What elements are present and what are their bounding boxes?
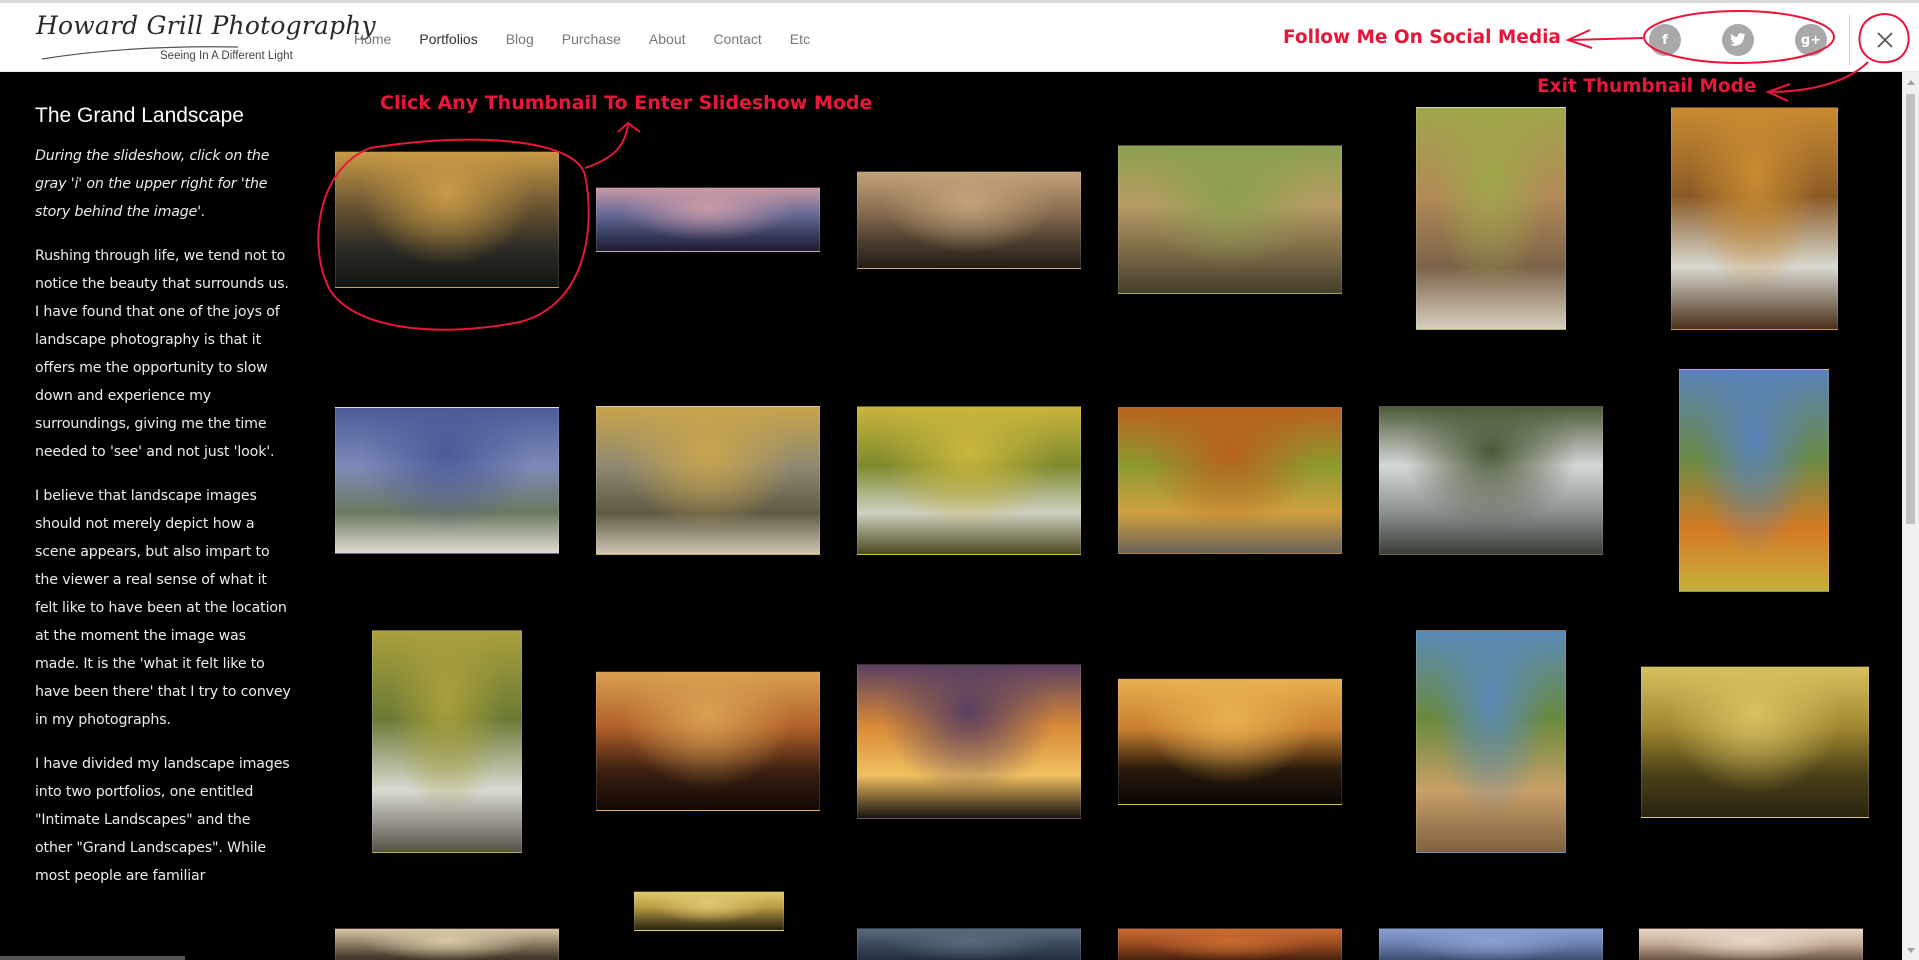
page-scrollbar[interactable] [1902,72,1919,960]
thumbnail-sea-stacks-sunset[interactable] [596,671,820,811]
thumbnail-purple-dusk-ridges[interactable] [596,187,820,252]
thumbnail-misty-pond-sun[interactable] [1641,666,1869,818]
scroll-up-icon[interactable] [1902,74,1919,90]
thumbnail-mountain-sunrays[interactable] [335,151,559,288]
twitter-bird-icon [1730,33,1746,46]
exit-hint-annotation: Exit Thumbnail Mode [1537,76,1757,97]
thumbnail-yellow-cascade[interactable] [857,406,1081,555]
social-hint-annotation: Follow Me On Social Media [1283,27,1561,48]
thumbnail-row4-a[interactable] [335,928,559,960]
nav-etc[interactable]: Etc [776,31,824,47]
thumbnail-golden-mist[interactable] [634,891,784,931]
thumbnail-row4-c[interactable] [857,928,1081,960]
thumbnail-row4-d[interactable] [1118,928,1342,960]
thumbnail-fall-forest-river[interactable] [1118,407,1342,554]
thumbnail-row4-e[interactable] [1379,928,1603,960]
thumbnail-valley-overlook[interactable] [1679,369,1829,592]
header-divider [1849,15,1850,65]
thumbnail-river-rocks[interactable] [1118,145,1342,294]
thumbnail-forest-stream[interactable] [372,630,522,853]
main-nav: Home Portfolios Blog Purchase About Cont… [340,3,824,75]
scroll-down-icon[interactable] [1902,942,1919,958]
thumbnail-cliff-silhouette[interactable] [1118,678,1342,805]
thumbnail-snowy-river[interactable] [1379,406,1603,555]
top-bar: Howard Grill Photography Seeing In A Dif… [0,0,1919,72]
nav-blog[interactable]: Blog [492,31,548,47]
nav-purchase[interactable]: Purchase [548,31,635,47]
social-links: f g+ [1646,17,1832,63]
close-x-icon [1877,32,1893,48]
close-icon[interactable] [1870,25,1900,55]
thumbnail-autumn-waterfall[interactable] [1671,107,1838,330]
thumbnail-grid [0,72,1919,960]
thumbnail-lighthouse[interactable] [335,407,559,554]
scrollbar-thumb[interactable] [1906,94,1915,524]
thumbnail-row4-f[interactable] [1639,928,1863,960]
thumbnail-gorge-stream[interactable] [1416,107,1566,330]
logo-tagline: Seeing In A Different Light [160,50,293,62]
nav-home[interactable]: Home [340,31,405,47]
facebook-icon[interactable]: f [1649,24,1681,56]
twitter-icon[interactable] [1722,24,1754,56]
thumbnail-sea-stacks-sunburst[interactable] [857,664,1081,819]
logo-text: Howard Grill Photography [36,11,376,40]
nav-about[interactable]: About [635,31,700,47]
google-plus-icon[interactable]: g+ [1795,24,1827,56]
nav-contact[interactable]: Contact [700,31,776,47]
thumbnail-sepia-ridges[interactable] [857,171,1081,269]
site-logo[interactable]: Howard Grill Photography Seeing In A Dif… [36,11,376,69]
nav-portfolios[interactable]: Portfolios [405,31,491,47]
bottom-strip [0,956,185,960]
thumbnail-shoreline-cliff[interactable] [1416,630,1566,853]
thumbnail-hint-annotation: Click Any Thumbnail To Enter Slideshow M… [380,92,873,114]
thumbnail-autumn-river-slabs[interactable] [596,406,820,555]
